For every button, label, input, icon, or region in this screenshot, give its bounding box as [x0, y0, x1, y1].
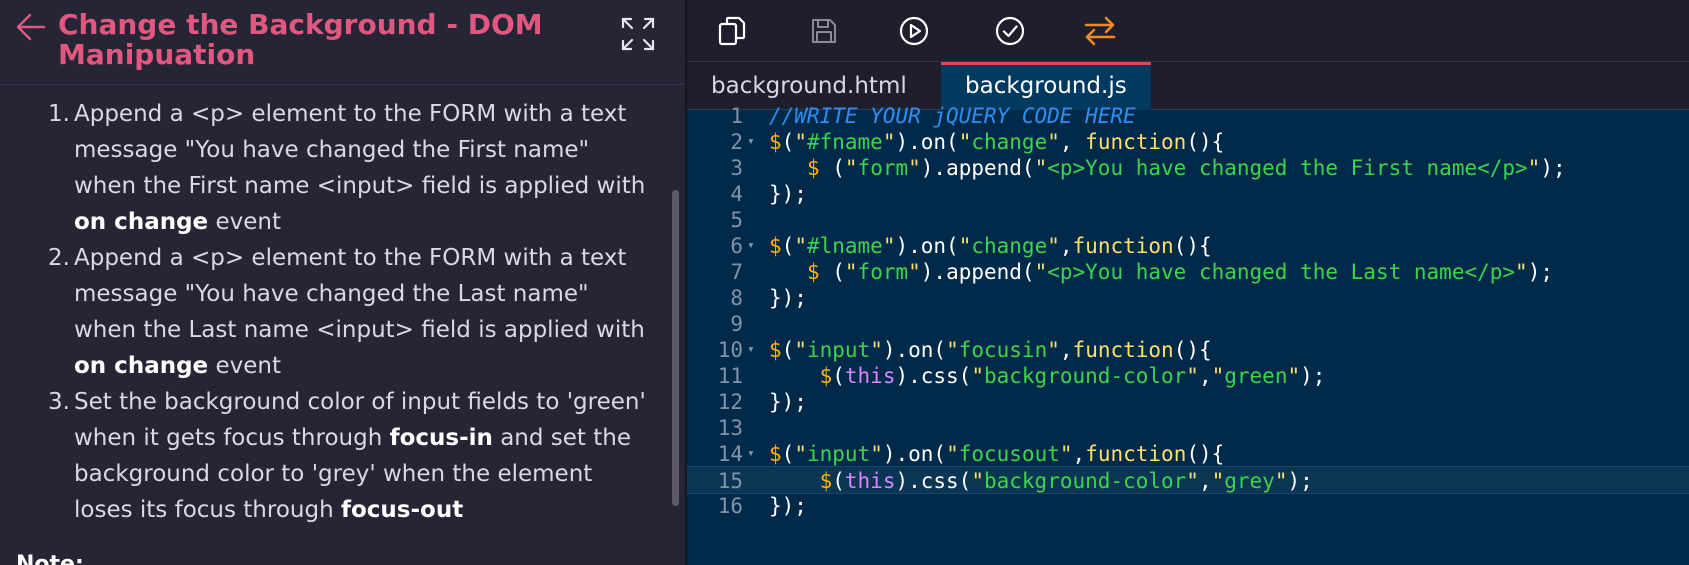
problem-panel: Change the Background - DOM Manipuation …: [0, 0, 685, 565]
instruction-keyword: on change: [74, 353, 209, 379]
code-line[interactable]: 14 ▾ $("input").on("focusout",function(){: [687, 440, 1689, 468]
instruction-keyword: on change: [74, 209, 209, 235]
editor-panel: background.html background.js 1//WRITE Y…: [687, 0, 1689, 565]
instruction-segment: event: [208, 353, 281, 379]
run-icon: [899, 16, 929, 46]
code-line[interactable]: 4});: [687, 180, 1689, 208]
editor-toolbar: [687, 0, 1689, 62]
copy-button[interactable]: [715, 14, 749, 48]
code-text: $(this).css("background-color","grey");: [819, 469, 1313, 493]
code-line[interactable]: 16});: [687, 492, 1689, 520]
line-number: 13: [717, 416, 743, 440]
note-heading: Note:: [16, 552, 84, 565]
instruction-number: 2.: [48, 245, 70, 271]
code-text: $("input").on("focusin",function(){: [769, 338, 1212, 362]
code-line[interactable]: 7 $ ("form").append("<p>You have changed…: [687, 258, 1689, 286]
code-text: $("#fname").on("change", function(){: [769, 130, 1225, 154]
line-number: 11: [717, 364, 743, 388]
instruction-segment: Append a <p> element to the FORM with a …: [74, 245, 645, 343]
expand-fullscreen-icon[interactable]: [620, 16, 656, 52]
scrollbar-thumb[interactable]: [672, 190, 679, 506]
line-number: 16: [717, 494, 743, 518]
code-text: $(this).css("background-color","green");: [819, 364, 1326, 388]
code-editor[interactable]: 1//WRITE YOUR jQUERY CODE HERE 2 ▾ $("#fnam…: [687, 104, 1689, 565]
instruction-keyword: focus-in: [389, 425, 493, 451]
line-number: 7: [730, 260, 743, 284]
instruction-text: Append a <p> element to the FORM with a …: [74, 96, 654, 240]
code-text: });: [769, 182, 807, 206]
code-line[interactable]: 12});: [687, 388, 1689, 416]
problem-header: Change the Background - DOM Manipuation: [0, 0, 685, 85]
instruction-list: 1. Append a <p> element to the FORM with …: [0, 96, 665, 528]
code-text: $ ("form").append("<p>You have changed t…: [806, 156, 1566, 180]
instruction-text: Set the background color of input fields…: [74, 384, 654, 528]
code-line[interactable]: 11 $(this).css("background-color","green…: [687, 362, 1689, 390]
line-number: 1: [730, 104, 743, 128]
fold-arrow-icon[interactable]: ▾: [747, 128, 761, 156]
line-number: 8: [730, 286, 743, 310]
line-number: 3: [730, 156, 743, 180]
line-number: 15: [717, 469, 743, 493]
submit-button[interactable]: [993, 14, 1027, 48]
code-text: });: [769, 390, 807, 414]
code-text: //WRITE YOUR jQUERY CODE HERE: [769, 104, 1136, 128]
swap-icon: [1084, 16, 1116, 46]
code-line[interactable]: 5: [687, 206, 1689, 234]
code-line[interactable]: 6 ▾ $("#lname").on("change",function(){: [687, 232, 1689, 260]
instruction-item: 3. Set the background color of input fiel…: [0, 384, 665, 528]
code-text: $ ("form").append("<p>You have changed t…: [806, 260, 1553, 284]
line-number: 6: [730, 234, 743, 258]
line-number: 10: [717, 338, 743, 362]
code-text: });: [769, 494, 807, 518]
instruction-number: 3.: [48, 389, 70, 415]
instruction-text: Append a <p> element to the FORM with a …: [74, 240, 654, 384]
code-line[interactable]: 8});: [687, 284, 1689, 312]
swap-layout-button[interactable]: [1083, 14, 1117, 48]
code-text: });: [769, 286, 807, 310]
instruction-item: 1. Append a <p> element to the FORM with …: [0, 96, 665, 240]
code-line[interactable]: 2 ▾ $("#fname").on("change", function(){: [687, 128, 1689, 156]
code-line[interactable]: 10 ▾ $("input").on("focusin",function(){: [687, 336, 1689, 364]
line-number: 9: [730, 312, 743, 336]
line-number: 2: [730, 130, 743, 154]
line-number: 12: [717, 390, 743, 414]
code-line[interactable]: 15 $(this).css("background-color","grey"…: [687, 466, 1689, 494]
fold-arrow-icon[interactable]: ▾: [747, 232, 761, 260]
code-text: $("#lname").on("change",function(){: [769, 234, 1212, 258]
instruction-item: 2. Append a <p> element to the FORM with …: [0, 240, 665, 384]
save-button[interactable]: [807, 14, 841, 48]
submit-check-icon: [995, 16, 1025, 46]
back-arrow-icon[interactable]: [14, 10, 48, 44]
code-line[interactable]: 3 $ ("form").append("<p>You have changed…: [687, 154, 1689, 182]
instruction-number: 1.: [48, 101, 70, 127]
code-line[interactable]: 9: [687, 310, 1689, 338]
run-button[interactable]: [897, 14, 931, 48]
page-title: Change the Background - DOM Manipuation: [58, 8, 543, 71]
fold-arrow-icon[interactable]: ▾: [747, 336, 761, 364]
copy-icon: [718, 16, 746, 46]
code-line[interactable]: 13: [687, 414, 1689, 442]
code-line[interactable]: 1 //WRITE YOUR jQUERY CODE HERE: [687, 102, 1689, 130]
fold-arrow-icon[interactable]: ▾: [747, 440, 761, 468]
line-number: 4: [730, 182, 743, 206]
instruction-keyword: focus-out: [340, 497, 464, 523]
instruction-segment: event: [208, 209, 281, 235]
line-number: 5: [730, 208, 743, 232]
code-text: $("input").on("focusout",function(){: [769, 442, 1225, 466]
line-number: 14: [717, 442, 743, 466]
save-icon: [812, 19, 836, 43]
instruction-segment: Append a <p> element to the FORM with a …: [74, 101, 646, 199]
